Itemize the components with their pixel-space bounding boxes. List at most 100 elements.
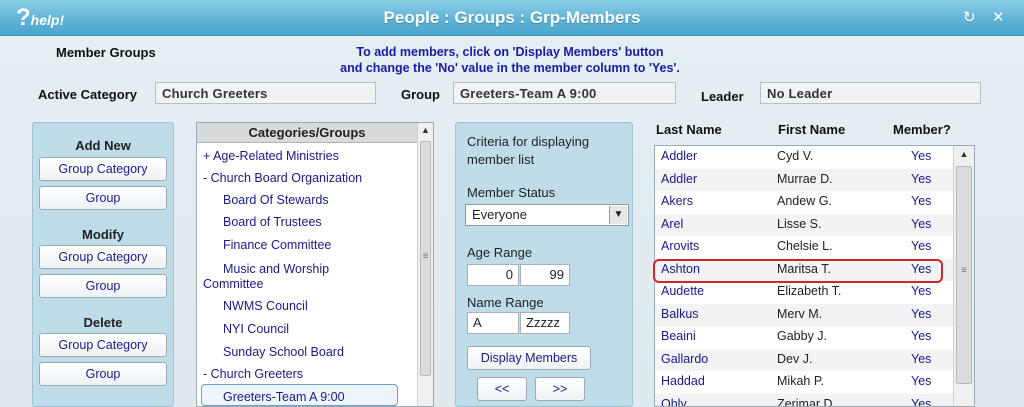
age-range-label: Age Range (467, 245, 533, 260)
categories-header: Categories/Groups (197, 123, 417, 143)
highlighted-row-outline (653, 259, 943, 283)
column-last-name[interactable]: Last Name (656, 122, 722, 137)
first-name-cell: Mikah P. (777, 374, 825, 388)
last-name-cell: Arel (661, 216, 684, 231)
member-cell[interactable]: Yes (911, 149, 931, 163)
last-name-cell: Balkus (661, 306, 699, 321)
table-row[interactable]: Haddad Mikah P. Yes (655, 371, 955, 394)
first-name-cell: Merv M. (777, 306, 823, 321)
column-first-name[interactable]: First Name (778, 122, 845, 137)
group-item-nwms-council[interactable]: NWMS Council (223, 298, 308, 314)
first-name-cell: Zerimar D. (777, 396, 837, 407)
table-row[interactable]: Akers Andew G. Yes (655, 191, 955, 214)
group-item-finance-committee[interactable]: Finance Committee (223, 237, 331, 253)
group-item-music-worship[interactable]: Music and Worship (223, 261, 329, 277)
add-group-button[interactable]: Group (39, 186, 167, 210)
first-name-cell: Lisse S. (777, 216, 822, 231)
member-status-select[interactable]: Everyone ▼ (465, 204, 629, 226)
last-name-cell: Haddad (661, 374, 705, 388)
delete-group-category-button[interactable]: Group Category (39, 333, 167, 357)
last-name-cell: Gallardo (661, 351, 709, 366)
member-cell[interactable]: Yes (911, 374, 931, 388)
member-groups-label: Member Groups (56, 45, 156, 60)
categories-list: Categories/Groups + Age-Related Ministri… (196, 122, 434, 407)
group-item-nyi-council[interactable]: NYI Council (223, 321, 289, 337)
table-row[interactable]: Audette Elizabeth T. Yes (655, 281, 955, 304)
name-range-label: Name Range (467, 295, 544, 310)
close-icon[interactable]: ✕ (992, 8, 1005, 26)
main-content: Member Groups To add members, click on '… (0, 36, 1024, 407)
member-cell[interactable]: Yes (911, 352, 931, 366)
modify-group-button[interactable]: Group (39, 274, 167, 298)
table-row[interactable]: Gallardo Dev J. Yes (655, 348, 955, 371)
last-name-cell: Akers (661, 194, 693, 208)
table-row[interactable]: Ohly Zerimar D. Yes (655, 393, 955, 407)
instruction-line-1: To add members, click on 'Display Member… (356, 45, 664, 59)
member-cell[interactable]: Yes (911, 217, 931, 231)
criteria-intro-line-2: member list (467, 152, 535, 167)
table-row[interactable]: Addler Cyd V. Yes (655, 146, 955, 169)
member-cell[interactable]: Yes (911, 329, 931, 343)
window-title: People : Groups : Grp-Members (383, 8, 641, 27)
category-item-age-related[interactable]: + Age-Related Ministries (203, 148, 339, 164)
category-item-church-board[interactable]: - Church Board Organization (203, 170, 362, 186)
members-scrollbar[interactable]: ▲ ≡ (953, 146, 974, 406)
column-member[interactable]: Member? (893, 122, 951, 137)
chevron-down-icon[interactable]: ▼ (609, 206, 627, 224)
member-cell[interactable]: Yes (911, 307, 931, 321)
group-item-sunday-school-board[interactable]: Sunday School Board (223, 344, 344, 360)
table-row[interactable]: Addler Murrae D. Yes (655, 168, 955, 191)
age-from-input[interactable]: 0 (467, 264, 519, 286)
add-new-label: Add New (75, 138, 131, 153)
table-row[interactable]: Balkus Merv M. Yes (655, 303, 955, 326)
criteria-intro-line-1: Criteria for displaying (467, 134, 590, 149)
table-row[interactable]: Arel Lisse S. Yes (655, 213, 955, 236)
modify-label: Modify (82, 227, 124, 242)
add-group-category-button[interactable]: Group Category (39, 157, 167, 181)
previous-page-button[interactable]: << (477, 377, 527, 401)
title-bar: ?help! People : Groups : Grp-Members ↻ ✕ (0, 0, 1024, 36)
group-item-greeters-team-a[interactable]: Greeters-Team A 9:00 (223, 389, 345, 405)
last-name-cell: Ohly (661, 396, 687, 407)
first-name-cell: Murrae D. (777, 171, 833, 186)
last-name-cell: Beaini (661, 329, 696, 343)
display-members-button[interactable]: Display Members (467, 346, 591, 370)
first-name-cell: Andew G. (777, 194, 832, 208)
member-cell[interactable]: Yes (911, 172, 931, 186)
leader-field: No Leader (760, 82, 981, 104)
leader-label: Leader (701, 89, 744, 104)
refresh-icon[interactable]: ↻ (963, 8, 976, 26)
scroll-up-icon[interactable]: ▲ (418, 125, 433, 135)
member-status-value: Everyone (472, 207, 527, 222)
member-cell[interactable]: Yes (911, 194, 931, 208)
delete-group-button[interactable]: Group (39, 362, 167, 386)
first-name-cell: Gabby J. (777, 329, 828, 343)
group-item-music-worship-line2[interactable]: Committee (203, 276, 263, 292)
first-name-cell: Dev J. (777, 351, 813, 366)
last-name-cell: Addler (661, 149, 698, 163)
category-item-church-greeters[interactable]: - Church Greeters (203, 366, 303, 382)
member-cell[interactable]: Yes (911, 284, 931, 298)
categories-scrollbar[interactable]: ▲ ≡ (417, 123, 433, 406)
first-name-cell: Cyd V. (777, 149, 814, 163)
modify-group-category-button[interactable]: Group Category (39, 245, 167, 269)
scroll-up-icon[interactable]: ▲ (954, 149, 974, 159)
grip-icon: ≡ (961, 265, 967, 276)
active-category-label: Active Category (38, 87, 137, 102)
group-item-board-of-stewards[interactable]: Board Of Stewards (223, 192, 329, 208)
table-row[interactable]: Beaini Gabby J. Yes (655, 326, 955, 349)
table-row[interactable]: Arovits Chelsie L. Yes (655, 236, 955, 259)
name-from-input[interactable]: A (467, 312, 519, 334)
instruction-line-2: and change the 'No' value in the member … (340, 61, 680, 75)
grip-icon: ≡ (422, 251, 429, 262)
member-cell[interactable]: Yes (911, 239, 931, 253)
last-name-cell: Audette (661, 284, 705, 298)
active-category-field: Church Greeters (155, 82, 376, 104)
age-to-input[interactable]: 99 (520, 264, 570, 286)
last-name-cell: Addler (661, 171, 698, 186)
group-item-board-of-trustees[interactable]: Board of Trustees (223, 214, 322, 230)
member-cell[interactable]: Yes (911, 397, 931, 407)
name-to-input[interactable]: Zzzzz (520, 312, 570, 334)
next-page-button[interactable]: >> (535, 377, 585, 401)
first-name-cell: Chelsie L. (777, 239, 833, 253)
